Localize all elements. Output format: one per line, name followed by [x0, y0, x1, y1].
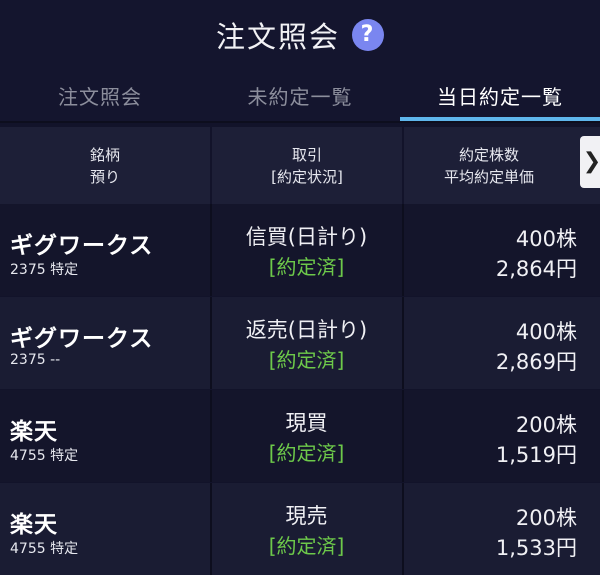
executed-quantity: 200株	[515, 413, 577, 437]
column-header-stock-line2: 預り	[89, 167, 120, 186]
trade-type: 現売	[285, 504, 328, 528]
average-price: 2,864円	[495, 257, 577, 281]
tab-unexecuted-list[interactable]: 未約定一覧	[200, 81, 400, 121]
quantity-cell: 400株 2,864円	[405, 224, 577, 284]
question-circle-icon[interactable]: ?	[352, 19, 384, 51]
trade-type: 信買(日計り)	[245, 225, 368, 249]
trade-cell: 信買(日計り) [約定済]	[211, 222, 402, 282]
execution-status: [約定済]	[268, 255, 345, 279]
column-divider	[402, 483, 404, 575]
column-header-quantity: 約定株数 平均約定単価	[404, 127, 574, 204]
execution-status: [約定済]	[268, 441, 345, 465]
trade-cell: 現売 [約定済]	[211, 501, 402, 561]
stock-code-account: 4755 特定	[10, 448, 79, 464]
stock-name: ギグワークス	[10, 326, 154, 352]
stock-code-account: 4755 特定	[10, 541, 79, 557]
table-row[interactable]: ギグワークス 2375 -- 返売(日計り) [約定済] 400株 2,869円	[0, 297, 600, 389]
table-row[interactable]: 楽天 4755 特定 現売 [約定済] 200株 1,533円	[0, 483, 600, 575]
column-divider	[402, 297, 404, 389]
column-header-trade: 取引 [約定状況]	[212, 127, 402, 204]
stock-name: 楽天	[10, 512, 58, 538]
header-divider	[210, 127, 212, 204]
executed-quantity: 400株	[515, 227, 577, 251]
column-header-trade-line1: 取引	[291, 145, 322, 164]
execution-status: [約定済]	[268, 348, 345, 372]
quantity-cell: 400株 2,869円	[405, 317, 577, 377]
table-row[interactable]: ギグワークス 2375 特定 信買(日計り) [約定済] 400株 2,864円	[0, 204, 600, 296]
stock-name: 楽天	[10, 419, 58, 445]
quantity-cell: 200株 1,533円	[405, 503, 577, 563]
execution-status: [約定済]	[268, 534, 345, 558]
column-header-stock: 銘柄 預り	[0, 127, 210, 204]
page-title-area: 注文照会?	[0, 14, 600, 56]
quantity-cell: 200株 1,519円	[405, 410, 577, 470]
trade-cell: 現買 [約定済]	[211, 408, 402, 468]
table-row[interactable]: 楽天 4755 特定 現買 [約定済] 200株 1,519円	[0, 390, 600, 482]
tab-divider	[0, 121, 600, 123]
page-title: 注文照会	[215, 20, 340, 54]
average-price: 2,869円	[495, 350, 577, 374]
column-divider	[402, 204, 404, 296]
stock-name: ギグワークス	[10, 233, 154, 259]
header-divider	[402, 127, 404, 204]
chevron-right-icon[interactable]: ❯	[580, 136, 600, 188]
average-price: 1,533円	[495, 536, 577, 560]
stock-code-account: 2375 --	[10, 352, 61, 368]
trade-cell: 返売(日計り) [約定済]	[211, 315, 402, 375]
average-price: 1,519円	[495, 443, 577, 467]
table-header: 銘柄 預り 取引 [約定状況] 約定株数 平均約定単価	[0, 127, 600, 204]
column-header-stock-line1: 銘柄	[89, 145, 120, 164]
tab-order-inquiry[interactable]: 注文照会	[0, 81, 200, 121]
stock-code-account: 2375 特定	[10, 262, 79, 278]
executed-quantity: 200株	[515, 506, 577, 530]
column-divider	[402, 390, 404, 482]
tab-bar: 注文照会 未約定一覧 当日約定一覧	[0, 75, 600, 123]
column-header-quantity-line1: 約定株数	[458, 145, 519, 164]
executed-quantity: 400株	[515, 320, 577, 344]
column-header-quantity-line2: 平均約定単価	[443, 167, 534, 186]
tab-today-executions[interactable]: 当日約定一覧	[400, 81, 600, 121]
column-header-trade-line2: [約定状況]	[271, 167, 343, 186]
trade-type: 返売(日計り)	[245, 318, 368, 342]
trade-type: 現買	[285, 411, 328, 435]
